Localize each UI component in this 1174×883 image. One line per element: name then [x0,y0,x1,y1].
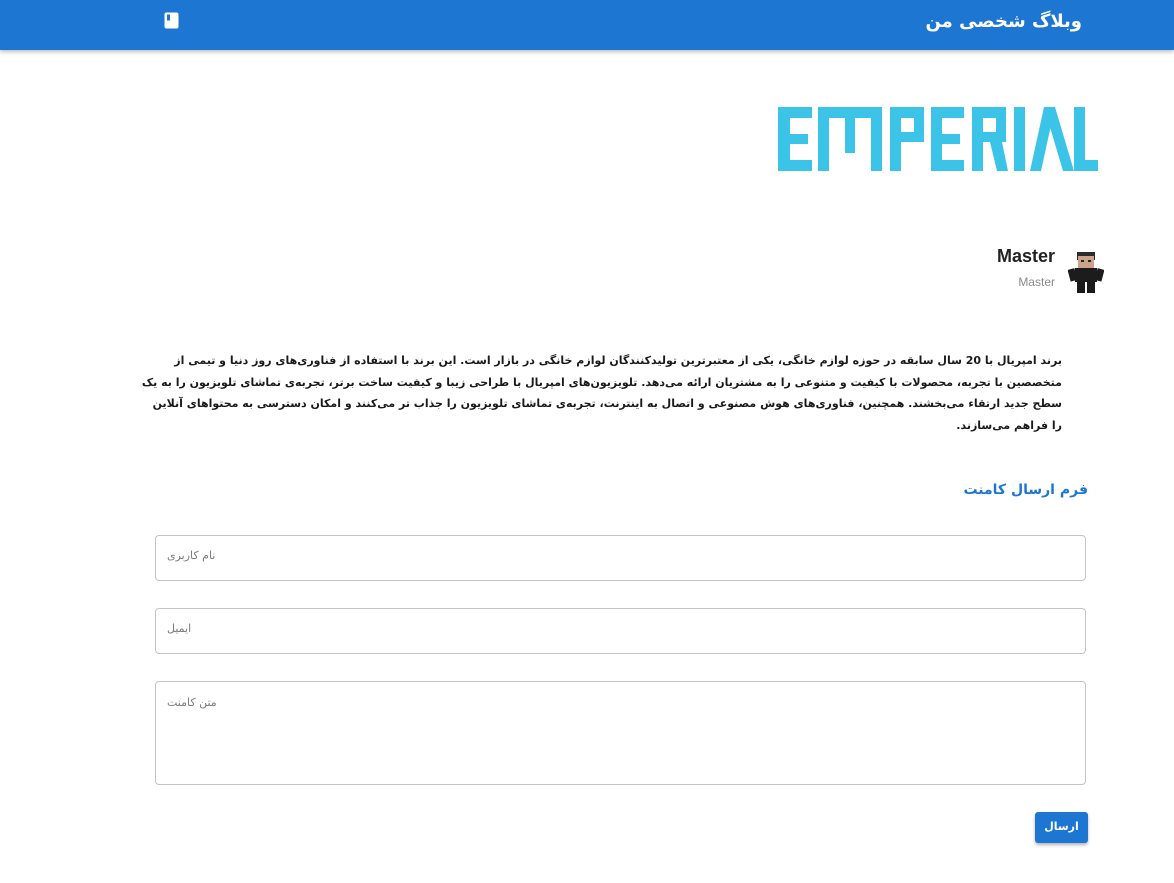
username-placeholder: نام کاربری [167,549,216,562]
author-subtitle: Master [1018,275,1055,289]
book-icon[interactable] [164,12,179,29]
site-title[interactable]: وبلاگ شخصی من [925,10,1082,34]
username-input[interactable]: نام کاربری [155,535,1086,581]
comment-form-title: فرم ارسال کامنت [963,482,1088,498]
avatar-icon [1068,252,1104,293]
top-app-bar: وبلاگ شخصی من [0,0,1174,50]
comment-textarea[interactable]: متن کامنت [155,681,1086,785]
submit-button[interactable]: ارسال [1035,812,1088,843]
comment-placeholder: متن کامنت [167,696,217,709]
email-placeholder: ایمیل [167,622,192,635]
emperial-logo [778,107,1098,171]
author-name: Master [996,246,1055,266]
article-body: برند امپریال با 20 سال سابقه در حوزه لوا… [141,354,1062,432]
email-input[interactable]: ایمیل [155,608,1086,654]
